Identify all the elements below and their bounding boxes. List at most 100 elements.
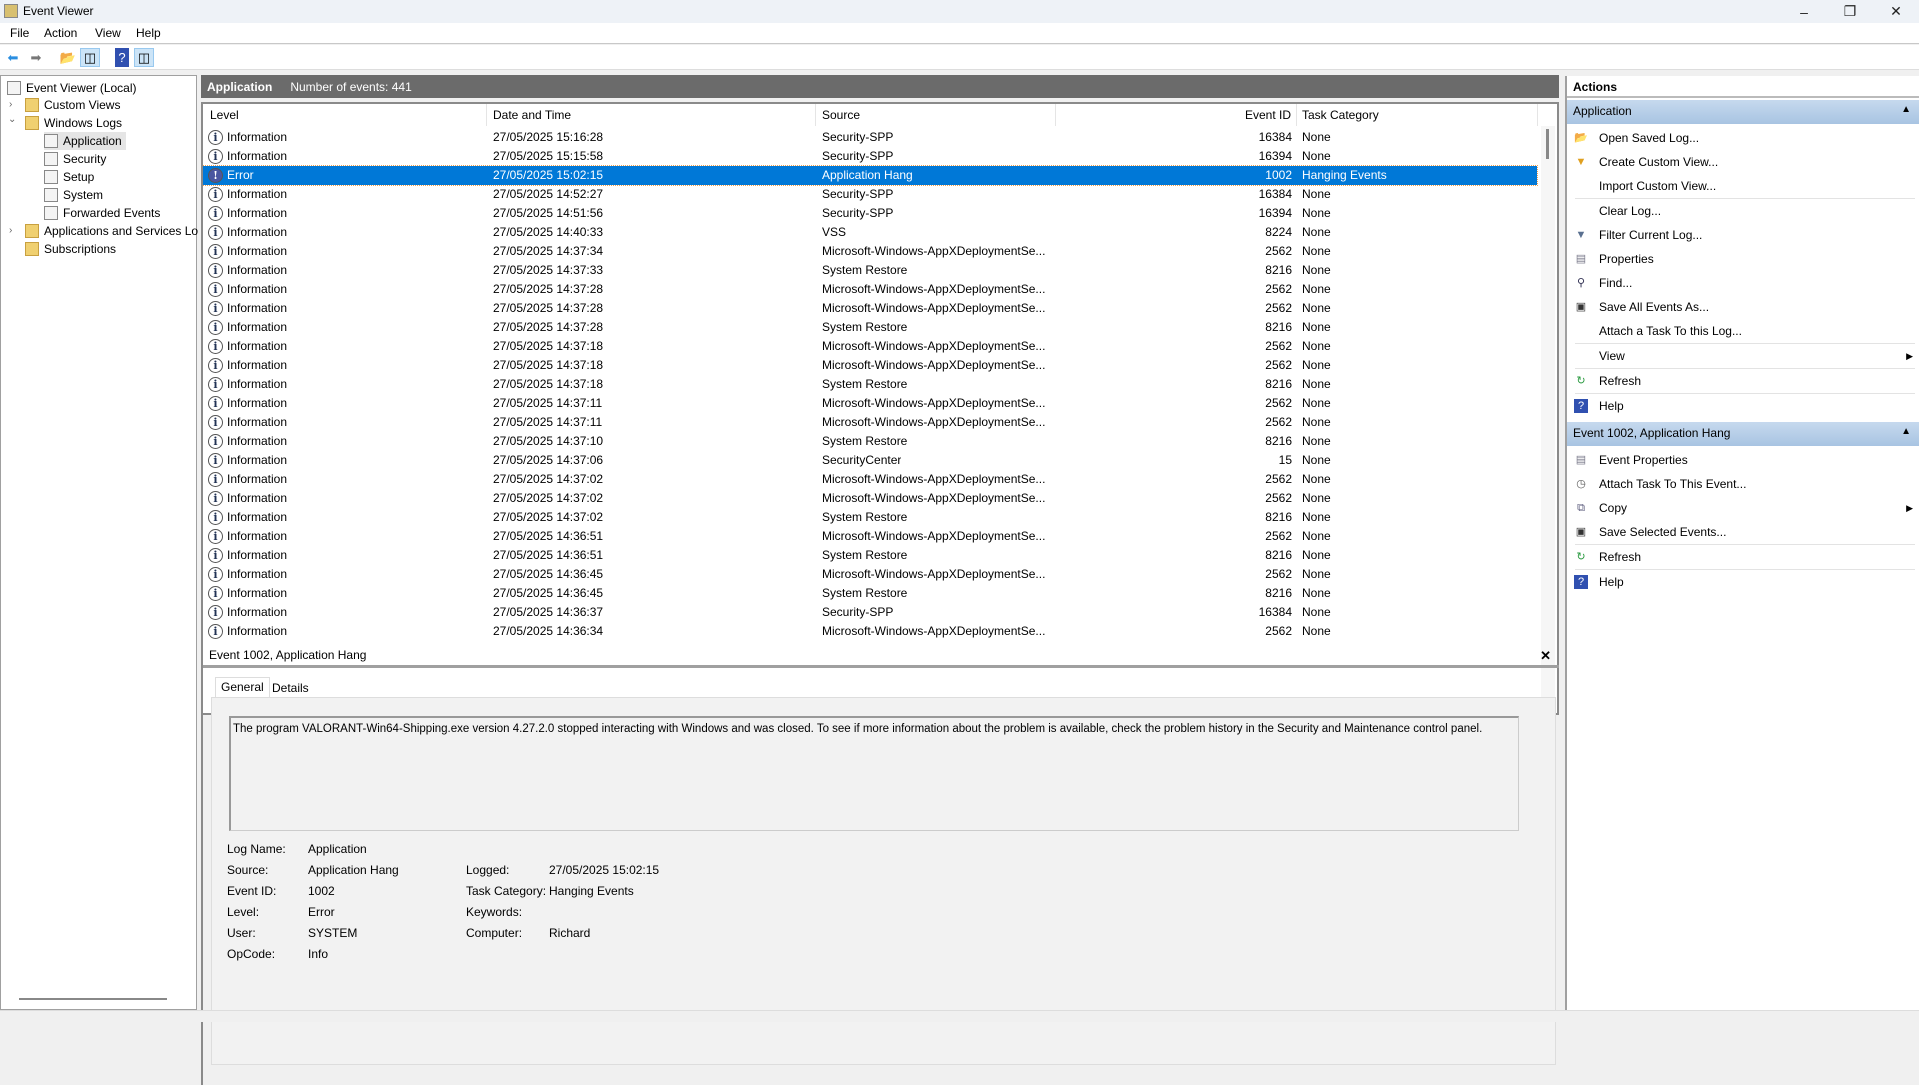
table-row[interactable]: i Information 27/05/2025 14:36:45 Microsoft… (203, 565, 1537, 584)
action-group1-item[interactable]: ▣ Save All Events As... (1567, 295, 1919, 319)
action-group-group1[interactable]: Application ▲ (1567, 100, 1919, 124)
expand-chevron-icon[interactable]: › (9, 225, 12, 236)
action-group2-item[interactable]: ↻ Refresh (1567, 545, 1919, 569)
action-group1-item[interactable]: View ▶ (1567, 344, 1919, 368)
table-row[interactable]: i Information 27/05/2025 14:36:37 Security-… (203, 603, 1537, 622)
table-row[interactable]: i Information 27/05/2025 14:36:34 Microsoft… (203, 622, 1537, 641)
table-row[interactable]: i Information 27/05/2025 14:37:11 Microsoft… (203, 413, 1537, 432)
up-folder-icon[interactable]: 📂 (58, 48, 78, 67)
scrollbar-thumb[interactable] (1546, 129, 1549, 159)
table-row[interactable]: i Information 27/05/2025 14:37:34 Microsoft… (203, 242, 1537, 261)
table-row[interactable]: i Information 27/05/2025 14:36:45 System Re… (203, 584, 1537, 603)
cell-source: Security-SPP (822, 149, 894, 163)
menu-file[interactable]: File (10, 26, 29, 40)
collapse-arrow-icon[interactable]: ▲ (1901, 104, 1911, 115)
action-group2-item[interactable]: ▣ Save Selected Events... (1567, 520, 1919, 544)
table-row[interactable]: i Information 27/05/2025 14:37:02 Microsoft… (203, 470, 1537, 489)
back-arrow-icon[interactable]: ⬅ (3, 48, 23, 67)
tree-item-setup[interactable]: Setup (44, 168, 94, 186)
table-row[interactable]: i Information 27/05/2025 14:37:11 Microsoft… (203, 394, 1537, 413)
table-row[interactable]: i Information 27/05/2025 14:37:18 Microsoft… (203, 356, 1537, 375)
column-header-event-id[interactable]: Event ID (1056, 104, 1297, 126)
action-group1-item[interactable]: Clear Log... (1567, 199, 1919, 223)
action-group2-item[interactable]: ⧉ Copy ▶ (1567, 496, 1919, 520)
menu-bar: File Action View Help (0, 23, 1919, 44)
tree-item-subscriptions[interactable]: Subscriptions (25, 240, 116, 258)
action-label: Open Saved Log... (1599, 131, 1700, 145)
show-hide-action-pane-icon[interactable]: ◫ (134, 48, 154, 67)
tab-details[interactable]: Details (267, 679, 314, 699)
column-header-date-time[interactable]: Date and Time (487, 104, 816, 126)
menu-help[interactable]: Help (136, 26, 161, 40)
cell-level: Information (227, 358, 288, 372)
cell-task-category: None (1302, 225, 1331, 239)
cell-task-category: None (1302, 358, 1331, 372)
cell-source: Application Hang (822, 168, 913, 182)
cell-event-id: 8224 (1265, 225, 1292, 239)
tree-item-system[interactable]: System (44, 186, 103, 204)
action-group1-item[interactable]: 📂 Open Saved Log... (1567, 126, 1919, 150)
help-icon[interactable]: ? (115, 48, 129, 67)
cell-event-id: 2562 (1265, 358, 1292, 372)
restore-button[interactable]: ❐ (1827, 0, 1873, 23)
cell-level: Information (227, 206, 288, 220)
collapse-chevron-icon[interactable]: ⌄ (8, 114, 16, 125)
table-row[interactable]: i Information 27/05/2025 14:37:10 System Re… (203, 432, 1537, 451)
action-group1-item[interactable]: ↻ Refresh (1567, 369, 1919, 393)
action-group1-item[interactable]: ▼ Create Custom View... (1567, 150, 1919, 174)
table-row[interactable]: i Information 27/05/2025 14:37:33 System Re… (203, 261, 1537, 280)
event-message[interactable]: The program VALORANT-Win64-Shipping.exe … (229, 716, 1519, 831)
action-group1-item[interactable]: Import Custom View... (1567, 174, 1919, 198)
column-header-task-category[interactable]: Task Category (1297, 104, 1538, 126)
table-row[interactable]: i Information 27/05/2025 14:37:02 System Re… (203, 508, 1537, 527)
minimize-button[interactable]: – (1781, 0, 1827, 23)
table-row[interactable]: i Information 27/05/2025 14:37:18 Microsoft… (203, 337, 1537, 356)
close-window-button[interactable]: ✕ (1873, 0, 1919, 23)
table-row[interactable]: i Information 27/05/2025 14:37:28 Microsoft… (203, 299, 1537, 318)
expand-chevron-icon[interactable]: › (9, 99, 12, 110)
table-row[interactable]: i Information 27/05/2025 14:37:02 Microsoft… (203, 489, 1537, 508)
action-group1-item[interactable]: ▼ Filter Current Log... (1567, 223, 1919, 247)
action-group1-item[interactable]: ▤ Properties (1567, 247, 1919, 271)
table-row[interactable]: i Information 27/05/2025 14:40:33 VSS 8224 No… (203, 223, 1537, 242)
table-row[interactable]: i Information 27/05/2025 14:37:18 System Re… (203, 375, 1537, 394)
show-hide-console-tree-icon[interactable]: ◫ (80, 48, 100, 67)
table-row[interactable]: i Information 27/05/2025 14:37:06 SecurityC… (203, 451, 1537, 470)
tab-general[interactable]: General (215, 677, 270, 697)
tree-item-custom-views[interactable]: Custom Views (25, 96, 120, 114)
column-header-source[interactable]: Source (816, 104, 1056, 126)
action-group2-item[interactable]: ◷ Attach Task To This Event... (1567, 472, 1919, 496)
table-row[interactable]: i Information 27/05/2025 14:37:28 Microsoft… (203, 280, 1537, 299)
tree-item-forwarded-events[interactable]: Forwarded Events (44, 204, 160, 222)
tree-item-event-viewer-local[interactable]: Event Viewer (Local) (7, 79, 137, 97)
action-group1-item[interactable]: ? Help (1567, 394, 1919, 418)
tree-item-windows-logs[interactable]: Windows Logs (25, 114, 122, 132)
vertical-scrollbar[interactable] (1541, 126, 1555, 713)
menu-action[interactable]: Action (44, 26, 77, 40)
table-row[interactable]: ! Error 27/05/2025 15:02:15 Application Han… (203, 165, 1538, 186)
action-group2-item[interactable]: ▤ Event Properties (1567, 448, 1919, 472)
horizontal-scrollbar[interactable] (19, 998, 167, 1000)
action-group1-item[interactable]: ⚲ Find... (1567, 271, 1919, 295)
table-row[interactable]: i Information 27/05/2025 14:36:51 Microsoft… (203, 527, 1537, 546)
table-row[interactable]: i Information 27/05/2025 15:16:28 Security-… (203, 128, 1537, 147)
column-header-level[interactable]: Level (203, 104, 487, 126)
tree-item-applications-and-services[interactable]: Applications and Services Lo (25, 222, 198, 240)
information-icon: i (208, 548, 223, 563)
cell-source: Microsoft-Windows-AppXDeploymentSe... (822, 415, 1046, 429)
table-row[interactable]: i Information 27/05/2025 15:15:58 Security-… (203, 147, 1537, 166)
table-row[interactable]: i Information 27/05/2025 14:52:27 Security-… (203, 185, 1537, 204)
table-row[interactable]: i Information 27/05/2025 14:51:56 Security-… (203, 204, 1537, 223)
information-icon: i (208, 187, 223, 202)
action-group1-item[interactable]: Attach a Task To this Log... (1567, 319, 1919, 343)
table-row[interactable]: i Information 27/05/2025 14:37:28 System Re… (203, 318, 1537, 337)
collapse-arrow-icon[interactable]: ▲ (1901, 426, 1911, 437)
action-group2-item[interactable]: ? Help (1567, 570, 1919, 594)
menu-view[interactable]: View (95, 26, 121, 40)
forward-arrow-icon[interactable]: ➡ (26, 48, 46, 67)
tree-item-application[interactable]: Application (44, 132, 126, 150)
tree-item-security[interactable]: Security (44, 150, 106, 168)
table-row[interactable]: i Information 27/05/2025 14:36:51 System Re… (203, 546, 1537, 565)
close-detail-icon[interactable]: ✕ (1540, 648, 1551, 664)
action-group-group2[interactable]: Event 1002, Application Hang ▲ (1567, 422, 1919, 446)
